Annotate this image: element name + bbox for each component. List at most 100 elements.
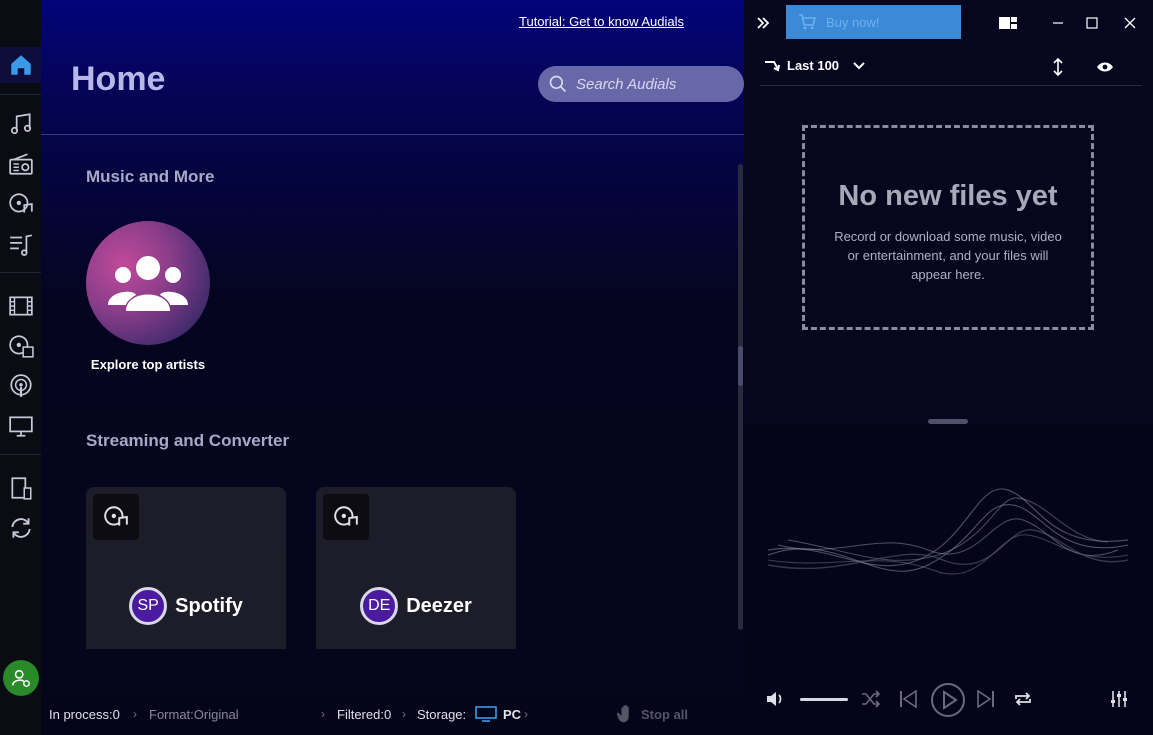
chevron-right-icon: › xyxy=(321,707,325,721)
scrollbar-thumb[interactable] xyxy=(738,346,743,386)
podcasts-nav-button[interactable] xyxy=(0,368,41,404)
chevron-right-icon: › xyxy=(524,707,528,721)
equalizer-button[interactable] xyxy=(1110,690,1128,708)
search-box[interactable] xyxy=(538,66,744,102)
radio-nav-button[interactable] xyxy=(0,146,41,182)
filtered-status[interactable]: Filtered:0 xyxy=(337,707,391,722)
music-nav-button[interactable] xyxy=(0,106,41,142)
filtered-label: Filtered: xyxy=(337,707,384,722)
volume-button[interactable] xyxy=(766,690,786,708)
equalizer-icon xyxy=(1111,691,1127,707)
chevron-right-icon: › xyxy=(133,707,137,721)
music-disc-icon xyxy=(334,506,358,526)
artists-circle xyxy=(86,221,210,345)
hand-stop-icon xyxy=(616,704,629,723)
streaming-video-nav-button[interactable] xyxy=(0,328,41,364)
no-files-title: No new files yet xyxy=(838,180,1058,212)
play-icon xyxy=(931,683,965,717)
in-process-status[interactable]: In process:0 xyxy=(49,707,120,722)
previous-button[interactable] xyxy=(898,690,918,708)
converter-nav-button[interactable] xyxy=(0,510,41,546)
account-button[interactable] xyxy=(3,660,39,696)
eye-icon xyxy=(1097,62,1113,72)
devices-nav-button[interactable] xyxy=(0,470,41,506)
last-100-filter[interactable]: Last 100 xyxy=(764,58,865,73)
layout-toggle-button[interactable] xyxy=(997,12,1019,34)
in-process-count: 0 xyxy=(112,707,120,722)
filter-label: Last 100 xyxy=(787,58,840,73)
speaker-icon xyxy=(767,692,782,706)
monitor-icon xyxy=(8,416,33,437)
streaming-icon-box xyxy=(323,494,369,540)
scrollbar-track[interactable] xyxy=(738,164,743,630)
music-note-icon xyxy=(10,113,31,135)
sort-arrows-icon xyxy=(1053,57,1063,77)
deezer-badge: DE xyxy=(360,587,399,625)
radio-icon xyxy=(8,153,33,175)
page-title: Home xyxy=(71,60,166,98)
group-icon xyxy=(108,256,188,311)
arrow-turn-icon xyxy=(765,60,780,71)
music-disc-icon xyxy=(8,193,33,213)
storage-label: Storage: xyxy=(417,707,467,722)
screen-recording-nav-button[interactable] xyxy=(0,408,41,444)
explore-top-artists-tile[interactable]: Explore top artists xyxy=(86,221,210,374)
playlist-icon xyxy=(9,234,32,256)
tutorial-link[interactable]: Tutorial: Get to know Audials xyxy=(519,14,684,29)
streaming-music-nav-button[interactable] xyxy=(0,186,41,222)
volume-slider[interactable] xyxy=(800,698,848,701)
stop-all-button[interactable]: Stop all xyxy=(615,703,688,725)
navigation-rail xyxy=(0,0,41,735)
repeat-icon xyxy=(1015,692,1031,706)
view-button[interactable] xyxy=(1094,56,1116,78)
stop-all-label: Stop all xyxy=(641,706,688,722)
minimize-button[interactable] xyxy=(1047,12,1069,34)
sort-button[interactable] xyxy=(1047,56,1069,78)
expand-panel-button[interactable] xyxy=(752,12,774,34)
home-icon xyxy=(10,55,31,75)
buy-now-button[interactable]: Buy now! xyxy=(786,5,961,39)
close-button[interactable] xyxy=(1119,12,1141,34)
chevron-down-icon xyxy=(853,61,865,69)
minimize-icon xyxy=(1053,22,1063,24)
maximize-button[interactable] xyxy=(1081,12,1103,34)
repeat-button[interactable] xyxy=(1013,690,1033,708)
format-status[interactable]: Format:Original xyxy=(149,707,239,722)
in-process-label: In process: xyxy=(49,707,113,722)
no-files-description: Record or download some music, video or … xyxy=(834,229,1062,282)
sync-icon xyxy=(10,518,31,538)
playlists-nav-button[interactable] xyxy=(0,226,41,262)
search-input[interactable] xyxy=(576,75,736,93)
section-title-music-and-more: Music and More xyxy=(86,167,215,186)
deezer-card[interactable]: DE Deezer xyxy=(316,487,516,649)
skip-back-icon xyxy=(900,690,917,708)
deezer-label: Deezer xyxy=(406,594,472,617)
podcast-icon xyxy=(9,374,32,397)
search-icon xyxy=(549,75,567,93)
explore-top-artists-label: Explore top artists xyxy=(90,357,206,372)
user-settings-icon xyxy=(11,669,30,687)
storage-value[interactable]: PC xyxy=(503,707,521,722)
header-divider xyxy=(41,134,744,135)
home-nav-button[interactable] xyxy=(0,47,41,83)
next-button[interactable] xyxy=(976,690,996,708)
chevron-right-icon: › xyxy=(402,707,406,721)
panel-resize-handle[interactable] xyxy=(928,419,968,424)
sound-wave-graphic xyxy=(768,488,1128,575)
spotify-badge: SP xyxy=(129,587,168,625)
pc-icon xyxy=(475,706,497,725)
layout-icon xyxy=(999,17,1017,29)
play-button[interactable] xyxy=(930,682,966,718)
music-disc-icon xyxy=(104,506,128,526)
spotify-card[interactable]: SP Spotify xyxy=(86,487,286,649)
video-nav-button[interactable] xyxy=(0,288,41,324)
device-icon xyxy=(10,477,32,500)
status-bar: In process:0 › Format:Original › Filtere… xyxy=(41,693,744,735)
shuffle-icon xyxy=(862,690,881,708)
new-files-panel: Buy now! Last 100 No new files yet Recor… xyxy=(744,0,1153,424)
buy-now-label: Buy now! xyxy=(826,14,880,30)
empty-files-dropzone: No new files yet Record or download some… xyxy=(802,125,1094,330)
player-controls xyxy=(744,680,1153,720)
shuffle-button[interactable] xyxy=(861,690,881,708)
skip-forward-icon xyxy=(977,690,994,708)
